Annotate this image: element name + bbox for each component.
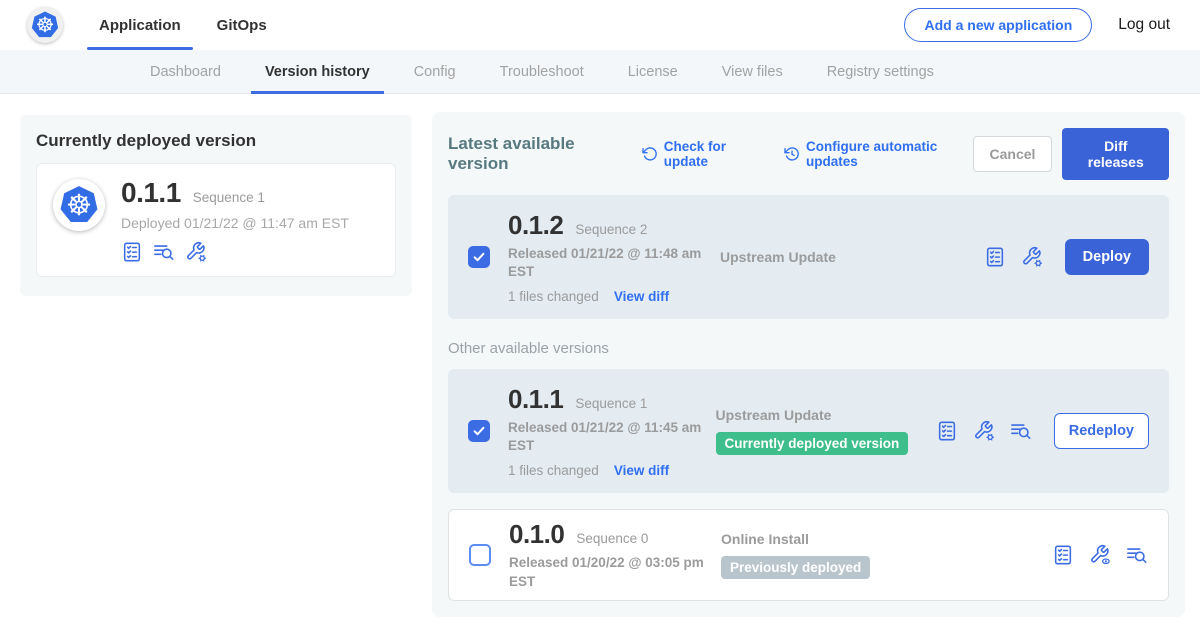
app-sub-nav: Dashboard Version history Config Trouble… [0, 50, 1200, 94]
currently-deployed-title: Currently deployed version [36, 131, 396, 151]
version-checkbox[interactable] [468, 420, 490, 442]
view-diff-link[interactable]: View diff [614, 463, 669, 478]
release-notes-icon[interactable] [121, 241, 143, 263]
kubernetes-logo: ☸ [27, 7, 63, 43]
released-timestamp: Released 01/21/22 @ 11:45 am EST [508, 419, 708, 455]
sequence-label: Sequence 2 [575, 222, 647, 237]
version-row-0-1-0: 0.1.0 Sequence 0 Released 01/20/22 @ 03:… [448, 509, 1169, 601]
tab-version-history[interactable]: Version history [243, 50, 392, 93]
version-checkbox[interactable] [468, 246, 490, 268]
logout-button[interactable]: Log out [1118, 16, 1170, 34]
currently-deployed-panel: Currently deployed version ☸ 0.1.1 Seque… [20, 115, 412, 296]
check-icon [472, 424, 486, 438]
currently-deployed-badge: Currently deployed version [716, 432, 909, 455]
other-available-versions-label: Other available versions [448, 340, 1169, 357]
deployed-sequence-label: Sequence 1 [193, 190, 265, 205]
deployed-timestamp: Deployed 01/21/22 @ 11:47 am EST [121, 215, 349, 231]
view-diff-link[interactable]: View diff [614, 289, 669, 304]
version-source-label: Online Install [721, 531, 809, 547]
check-icon [472, 250, 486, 264]
version-number: 0.1.1 [508, 384, 563, 415]
tab-registry-settings[interactable]: Registry settings [805, 50, 956, 93]
latest-available-title: Latest available version [448, 134, 620, 174]
version-source-label: Upstream Update [720, 249, 836, 265]
release-notes-icon[interactable] [984, 246, 1006, 268]
kubernetes-icon: ☸ [30, 10, 60, 40]
deploy-logs-icon[interactable] [153, 241, 175, 263]
version-row-0-1-1: 0.1.1 Sequence 1 Released 01/21/22 @ 11:… [448, 369, 1169, 493]
tab-application[interactable]: Application [99, 0, 181, 50]
tab-view-files[interactable]: View files [700, 50, 805, 93]
deploy-logs-icon[interactable] [1126, 544, 1148, 566]
deployed-version-number: 0.1.1 [121, 177, 181, 209]
configure-automatic-updates-label: Configure automatic updates [806, 139, 973, 169]
deployed-version-card: ☸ 0.1.1 Sequence 1 Deployed 01/21/22 @ 1… [36, 163, 396, 277]
refresh-icon [642, 145, 658, 163]
view-config-icon[interactable] [1089, 544, 1111, 566]
app-logo: ☸ [53, 179, 105, 231]
diff-releases-button[interactable]: Diff releases [1062, 128, 1169, 180]
release-notes-icon[interactable] [1052, 544, 1074, 566]
version-number: 0.1.0 [509, 519, 564, 550]
cancel-button[interactable]: Cancel [973, 136, 1053, 172]
configure-automatic-updates-link[interactable]: Configure automatic updates [784, 139, 973, 169]
released-timestamp: Released 01/21/22 @ 11:48 am EST [508, 245, 708, 281]
schedule-refresh-icon [784, 145, 800, 163]
sequence-label: Sequence 1 [575, 396, 647, 411]
previously-deployed-badge: Previously deployed [721, 556, 870, 579]
tab-troubleshoot[interactable]: Troubleshoot [478, 50, 606, 93]
check-for-update-link[interactable]: Check for update [642, 139, 762, 169]
files-changed-label: 1 files changed [508, 463, 599, 478]
version-checkbox[interactable] [469, 544, 491, 566]
sequence-label: Sequence 0 [576, 531, 648, 546]
kubernetes-icon: ☸ [58, 184, 100, 226]
top-nav: ☸ Application GitOps Add a new applicati… [0, 0, 1200, 50]
tab-gitops[interactable]: GitOps [217, 0, 267, 50]
add-new-application-button[interactable]: Add a new application [904, 8, 1092, 42]
edit-config-icon[interactable] [1021, 246, 1043, 268]
version-row-0-1-2: 0.1.2 Sequence 2 Released 01/21/22 @ 11:… [448, 195, 1169, 319]
files-changed-label: 1 files changed [508, 289, 599, 304]
version-number: 0.1.2 [508, 210, 563, 241]
release-notes-icon[interactable] [936, 420, 958, 442]
deploy-button[interactable]: Deploy [1065, 239, 1149, 275]
tab-config[interactable]: Config [392, 50, 478, 93]
edit-config-icon[interactable] [973, 420, 995, 442]
tab-license[interactable]: License [606, 50, 700, 93]
deploy-logs-icon[interactable] [1010, 420, 1032, 442]
version-history-panel: Latest available version Check for updat… [432, 112, 1185, 617]
check-for-update-label: Check for update [664, 139, 762, 169]
tab-dashboard[interactable]: Dashboard [128, 50, 243, 93]
redeploy-button[interactable]: Redeploy [1054, 413, 1149, 449]
released-timestamp: Released 01/20/22 @ 03:05 pm EST [509, 554, 709, 590]
edit-config-icon[interactable] [185, 241, 207, 263]
version-source-label: Upstream Update [716, 407, 832, 423]
